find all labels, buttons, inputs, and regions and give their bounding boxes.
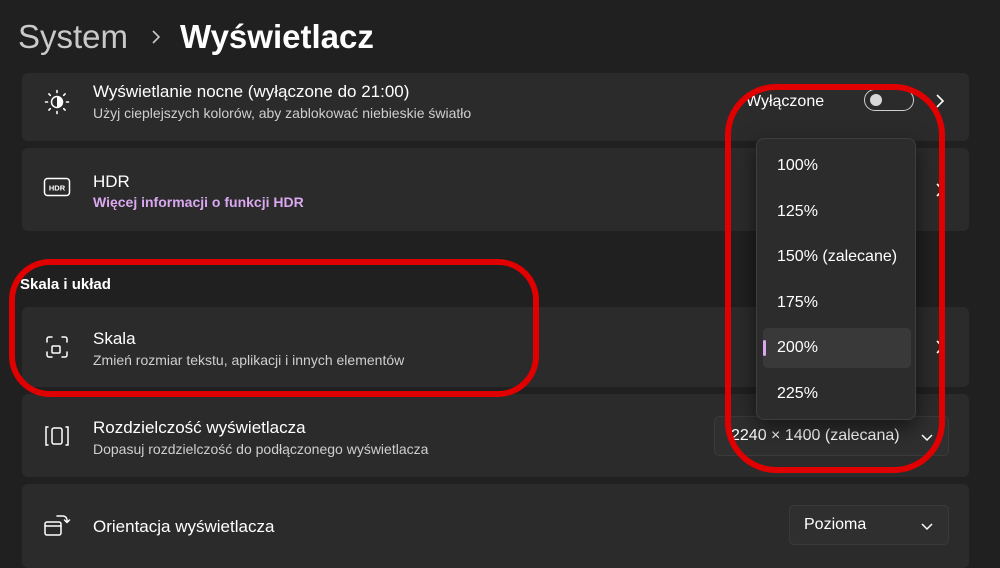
chevron-down-icon — [920, 430, 934, 444]
hdr-icon: HDR — [42, 172, 72, 202]
hdr-title: HDR — [93, 172, 130, 191]
scale-option-175[interactable]: 175% — [763, 283, 911, 323]
scale-icon — [42, 332, 72, 362]
orientation-icon — [42, 511, 72, 541]
selected-indicator — [763, 340, 766, 356]
chevron-down-icon — [920, 519, 934, 533]
night-light-card[interactable]: Wyświetlanie nocne (wyłączone do 21:00) … — [22, 73, 969, 141]
section-header-scale-layout: Skala i układ — [20, 276, 111, 293]
chevron-right-icon — [150, 30, 162, 44]
scale-option-225[interactable]: 225% — [763, 374, 911, 414]
breadcrumb-system[interactable]: System — [18, 18, 128, 56]
orientation-title: Orientacja wyświetlacza — [93, 517, 275, 536]
night-light-title: Wyświetlanie nocne (wyłączone do 21:00) — [93, 82, 410, 101]
chevron-right-icon[interactable] — [933, 183, 947, 197]
scale-subtitle: Zmień rozmiar tekstu, aplikacji i innych… — [93, 352, 405, 368]
chevron-right-icon[interactable] — [933, 94, 947, 108]
toggle-knob — [870, 93, 882, 106]
night-light-subtitle: Użyj cieplejszych kolorów, aby zablokowa… — [93, 105, 472, 121]
breadcrumb: System Wyświetlacz — [18, 14, 374, 60]
night-light-toggle[interactable] — [864, 89, 914, 111]
scale-option-200-label: 200% — [777, 339, 818, 356]
resolution-subtitle: Dopasuj rozdzielczość do podłączonego wy… — [93, 441, 429, 457]
resolution-select[interactable]: 2240 × 1400 (zalecana) — [714, 416, 949, 456]
hdr-info-link[interactable]: Więcej informacji o funkcji HDR — [93, 194, 304, 210]
svg-text:HDR: HDR — [49, 184, 66, 193]
scale-option-200[interactable]: 200% — [763, 328, 911, 368]
scale-option-100[interactable]: 100% — [763, 146, 911, 186]
orientation-select[interactable]: Pozioma — [789, 505, 949, 545]
scale-dropdown-menu: 100% 125% 150% (zalecane) 175% 200% 225% — [756, 138, 916, 420]
resolution-icon — [42, 421, 72, 451]
scale-title: Skala — [93, 329, 136, 348]
night-light-toggle-label: Wyłączone — [746, 93, 825, 110]
brightness-icon — [42, 87, 72, 117]
scale-option-125[interactable]: 125% — [763, 192, 911, 232]
chevron-right-icon[interactable] — [933, 340, 947, 354]
orientation-value: Pozioma — [804, 516, 867, 533]
resolution-title: Rozdzielczość wyświetlacza — [93, 418, 306, 437]
display-settings-page: System Wyświetlacz Wyświetlanie nocne (w… — [0, 0, 1000, 568]
scale-option-150[interactable]: 150% (zalecane) — [763, 237, 911, 277]
page-title: Wyświetlacz — [180, 18, 374, 55]
resolution-value: 2240 × 1400 (zalecana) — [731, 427, 900, 444]
